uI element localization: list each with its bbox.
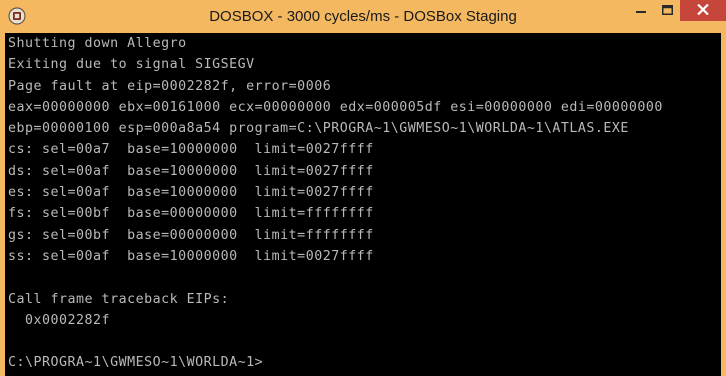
- console-line: Exiting due to signal SIGSEGV: [8, 57, 255, 73]
- command-prompt: C:\PROGRA~1\GWMESO~1\WORLDA~1>: [8, 355, 264, 371]
- minimize-icon: [635, 2, 646, 20]
- console-line: es: sel=00af base=10000000 limit=0027fff…: [8, 185, 374, 201]
- console-line: ebp=00000100 esp=000a8a54 program=C:\PRO…: [8, 121, 629, 137]
- console-line: Call frame traceback EIPs:: [8, 291, 230, 307]
- console-line: gs: sel=00bf base=00000000 limit=fffffff…: [8, 227, 374, 243]
- console-line: 0x0002282f: [8, 312, 111, 328]
- console-output[interactable]: Shutting down Allegro Exiting due to sign…: [5, 33, 721, 376]
- console-lines: Shutting down Allegro Exiting due to sign…: [8, 33, 663, 374]
- close-button[interactable]: [680, 0, 726, 21]
- console-line: eax=00000000 ebx=00161000 ecx=00000000 e…: [8, 99, 663, 115]
- console-line: Page fault at eip=0002282f, error=0006: [8, 78, 332, 94]
- console-line: ds: sel=00af base=10000000 limit=0027fff…: [8, 163, 374, 179]
- console-line: fs: sel=00bf base=00000000 limit=fffffff…: [8, 206, 374, 222]
- console-line: cs: sel=00a7 base=10000000 limit=0027fff…: [8, 142, 374, 158]
- close-icon: [697, 2, 709, 20]
- console-line: ss: sel=00af base=10000000 limit=0027fff…: [8, 248, 374, 264]
- title-bar[interactable]: DOSBOX - 3000 cycles/ms - DOSBox Staging: [0, 0, 726, 33]
- maximize-button[interactable]: [654, 0, 680, 21]
- console-line: Shutting down Allegro: [8, 36, 187, 51]
- window-title: DOSBOX - 3000 cycles/ms - DOSBox Staging: [209, 8, 517, 25]
- dosbox-window: DOSBOX - 3000 cycles/ms - DOSBox Staging…: [0, 0, 726, 376]
- minimize-button[interactable]: [627, 0, 654, 21]
- maximize-icon: [661, 2, 673, 20]
